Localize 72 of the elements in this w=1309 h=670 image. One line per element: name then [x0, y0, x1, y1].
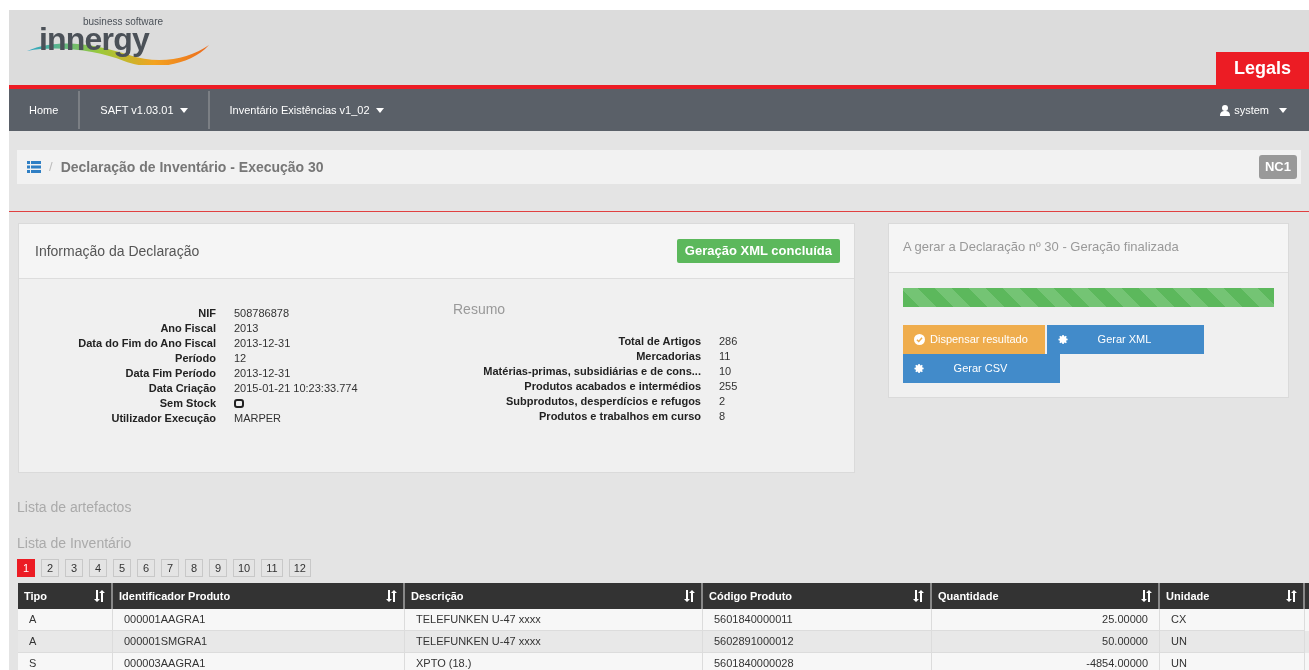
- sort-icon: [94, 590, 105, 602]
- summary-label: Subprodutos, desperdícios e refugos: [505, 394, 701, 409]
- field-label: Ano Fiscal: [159, 321, 216, 336]
- page-link[interactable]: 12: [288, 559, 311, 577]
- page-link[interactable]: 6: [137, 559, 155, 577]
- section-title: Lista de Inventário: [17, 534, 133, 553]
- panel-title: A gerar a Declaração nº 30 - Geração finalizada: [903, 239, 1179, 254]
- summary-title: Resumo: [453, 300, 507, 319]
- field-label: Data do Fim do Ano Fiscal: [77, 336, 216, 351]
- field-label: Data Fim Período: [124, 366, 216, 381]
- sort-icon: [684, 590, 695, 602]
- page-title: Declaração de Inventário - Execução 30: [60, 157, 324, 177]
- page-link[interactable]: 8: [185, 559, 203, 577]
- summary-label: Mercadorias: [635, 349, 701, 364]
- section-title: Lista de artefactos: [17, 498, 133, 517]
- summary-label: Matérias-primas, subsidiárias e de cons...: [482, 364, 701, 379]
- summary-label: Produtos e trabalhos em curso: [538, 409, 701, 424]
- generate-button[interactable]: Gerar XML: [1047, 325, 1204, 354]
- field-value: 2013-12-31: [234, 336, 291, 351]
- gear-icon: [1058, 334, 1069, 345]
- user-icon: [1220, 104, 1231, 116]
- field-value: MARPER: [234, 411, 282, 426]
- panel-title: Informação da Declaração: [35, 241, 200, 261]
- check-circle-icon: [914, 334, 925, 345]
- nav-item[interactable]: Inventário Existências v1_02: [209, 89, 404, 131]
- sort-icon: [386, 590, 397, 602]
- gear-icon: [914, 363, 925, 374]
- summary-value: 2: [719, 394, 726, 409]
- generate-button[interactable]: Gerar CSV: [903, 354, 1060, 383]
- summary-label: Total de Artigos: [617, 334, 701, 349]
- summary-value: 11: [719, 349, 731, 364]
- summary-value: 286: [719, 334, 738, 349]
- field-label: Utilizador Execução: [110, 411, 216, 426]
- status-label: Geração XML concluída: [676, 239, 840, 263]
- page-link[interactable]: 9: [209, 559, 227, 577]
- table-cell: UN: [1160, 653, 1305, 670]
- table-cell: 5601840000028: [703, 653, 932, 670]
- field-label: NIF: [197, 306, 216, 321]
- field-label: Período: [174, 351, 216, 366]
- page-link[interactable]: 5: [113, 559, 131, 577]
- page-link[interactable]: 10: [233, 559, 256, 577]
- page-link[interactable]: 11: [261, 559, 283, 577]
- table-cell: S: [18, 653, 113, 670]
- table-cell: XPTO (18.): [405, 653, 703, 670]
- page-link[interactable]: 4: [89, 559, 107, 577]
- field-value: 2013-12-31: [234, 366, 291, 381]
- page-link[interactable]: 1: [17, 559, 35, 577]
- summary-value: 255: [719, 379, 738, 394]
- field-value: 2013: [234, 321, 259, 336]
- page-link[interactable]: 7: [161, 559, 179, 577]
- summary-value: 10: [719, 364, 732, 379]
- table-cell: 000003AAGRA1: [113, 653, 405, 670]
- field-value: 12: [234, 351, 247, 366]
- field-label: Data Criação: [147, 381, 216, 396]
- table-cell: -4854.00000: [932, 653, 1160, 670]
- caret-icon: [1279, 107, 1287, 113]
- summary-value: 8: [719, 409, 726, 424]
- nav-item[interactable]: Home: [9, 89, 79, 131]
- field-label: Sem Stock: [158, 396, 216, 411]
- list-icon: [27, 161, 41, 173]
- field-value: 508786878: [234, 306, 290, 321]
- nc1-badge: NC1: [1259, 155, 1297, 179]
- page-link[interactable]: 3: [65, 559, 83, 577]
- nav-item[interactable]: SAFT v1.03.01: [80, 89, 208, 131]
- summary-label: Produtos acabados e intermédios: [523, 379, 701, 394]
- field-value: 2015-01-21 10:23:33.774: [234, 381, 358, 396]
- breadcrumb-separator: /: [49, 158, 53, 177]
- user-menu[interactable]: system: [1220, 101, 1287, 119]
- sort-icon: [1286, 590, 1297, 602]
- page-link[interactable]: 2: [41, 559, 59, 577]
- sort-icon: [1141, 590, 1152, 602]
- sort-icon: [913, 590, 924, 602]
